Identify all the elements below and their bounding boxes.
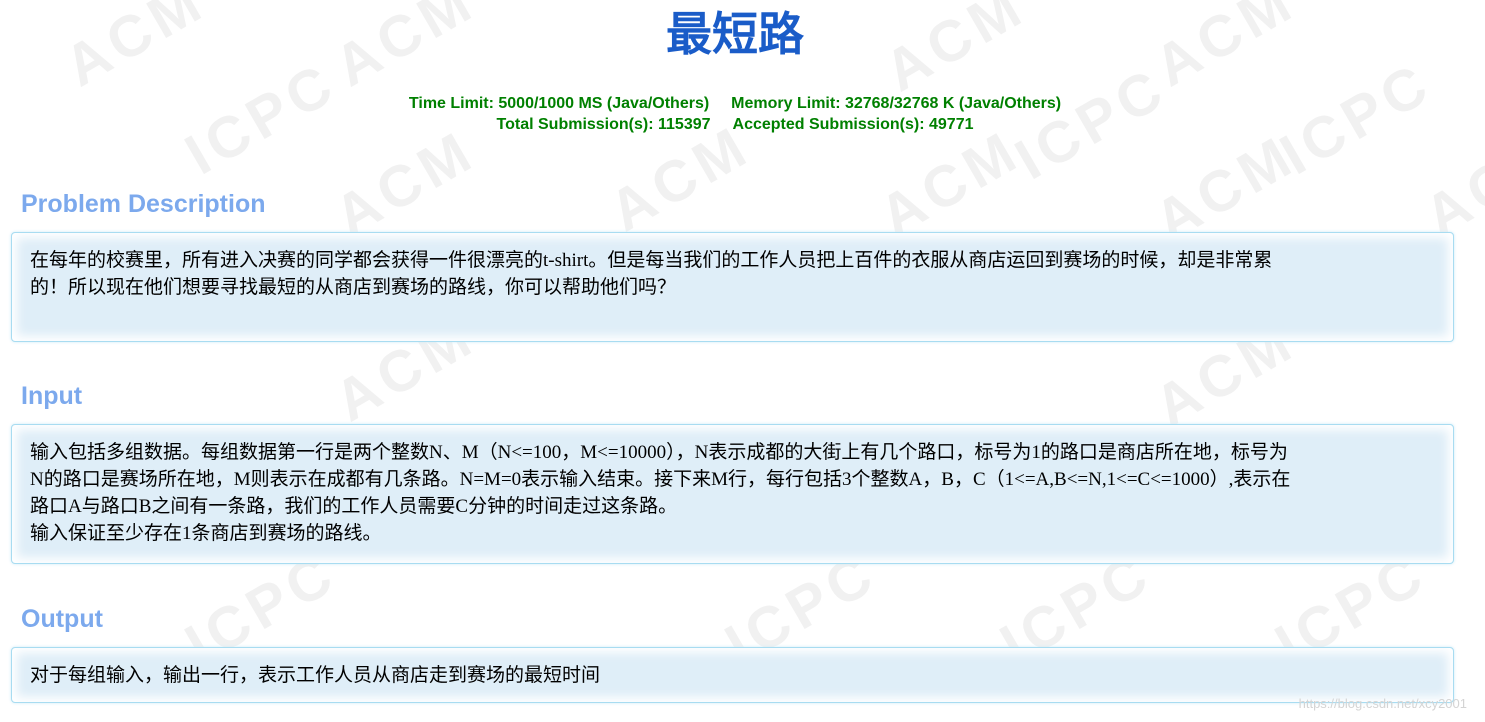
watermark-text: ACM (1413, 117, 1485, 250)
section-title-input: Input (21, 382, 83, 410)
input-line: 输入保证至少存在1条商店到赛场的路线。 (30, 523, 382, 544)
limits-row-2: Total Submission(s): 115397 Accepted Subm… (0, 114, 1470, 135)
output-line: 对于每组输入，输出一行，表示工作人员从商店走到赛场的最短时间 (30, 665, 601, 686)
description-line: 的！所以现在他们想要寻找最短的从商店到赛场的路线，你可以帮助他们吗？ (30, 277, 677, 298)
output-panel: 对于每组输入，输出一行，表示工作人员从商店走到赛场的最短时间 (11, 647, 1454, 703)
problem-limits: Time Limit: 5000/1000 MS (Java/Others) Me… (0, 93, 1470, 135)
source-credit: https://blog.csdn.net/xcy2001 (1298, 696, 1467, 711)
input-line: 输入包括多组数据。每组数据第一行是两个整数N、M（N<=100，M<=10000… (30, 442, 1288, 463)
input-line: N的路口是赛场所在地，M则表示在成都有几条路。N=M=0表示输入结束。接下来M行… (30, 469, 1291, 490)
memory-limit: Memory Limit: 32768/32768 K (Java/Others… (731, 95, 1062, 112)
limits-row-1: Time Limit: 5000/1000 MS (Java/Others) Me… (0, 93, 1470, 114)
description-panel: 在每年的校赛里，所有进入决赛的同学都会获得一件很漂亮的t-shirt。但是每当我… (11, 232, 1454, 342)
page-title: 最短路 (666, 8, 804, 60)
time-limit: Time Limit: 5000/1000 MS (Java/Others) (408, 95, 710, 112)
section-title-description: Problem Description (21, 190, 266, 218)
description-line: 在每年的校赛里，所有进入决赛的同学都会获得一件很漂亮的t-shirt。但是每当我… (30, 250, 1273, 271)
input-line: 路口A与路口B之间有一条路，我们的工作人员需要C分钟的时间走过这条路。 (30, 496, 678, 517)
section-title-output: Output (21, 605, 103, 633)
watermark-text: ACM (868, 117, 1032, 250)
total-submissions: Total Submission(s): 115397 (496, 116, 711, 133)
accepted-submissions: Accepted Submission(s): 49771 (732, 116, 974, 133)
watermark-text: ACM (323, 117, 487, 250)
input-panel: 输入包括多组数据。每组数据第一行是两个整数N、M（N<=100，M<=10000… (11, 424, 1454, 564)
